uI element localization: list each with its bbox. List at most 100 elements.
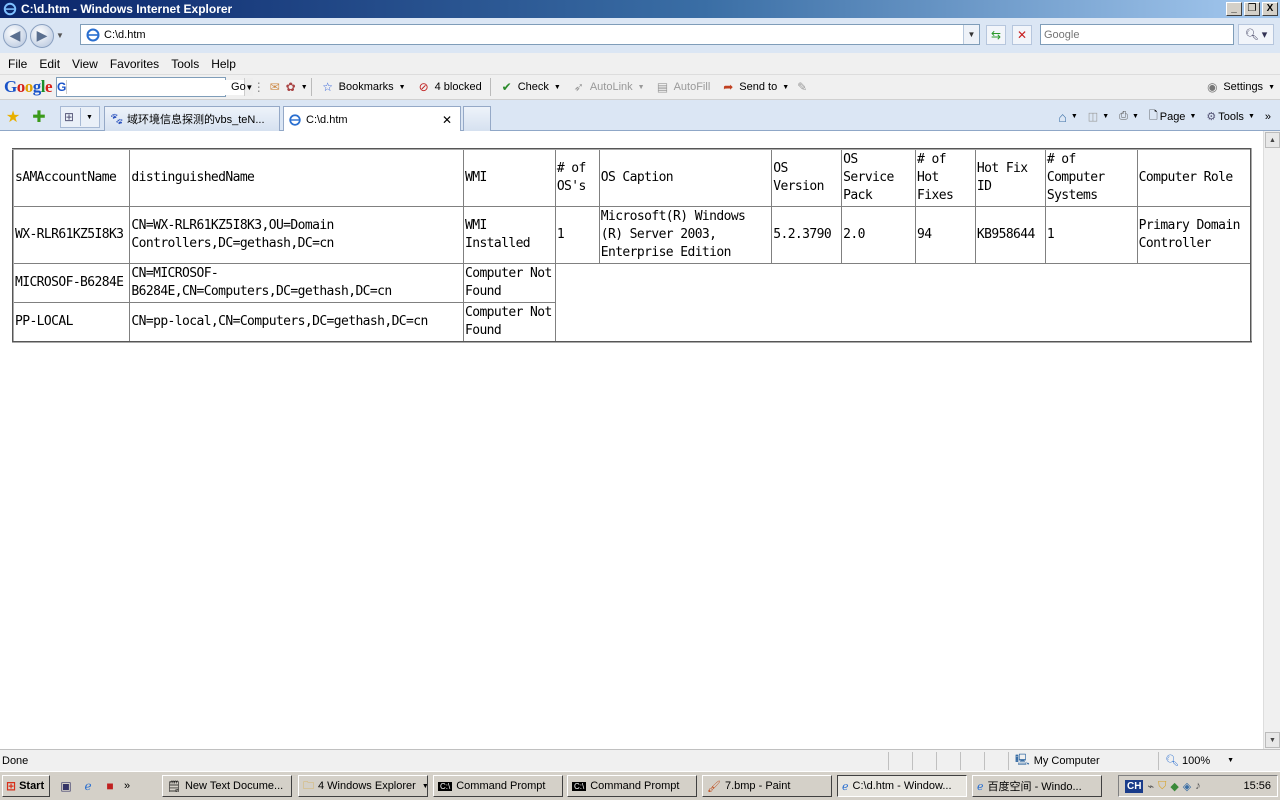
autolink-button[interactable]: ➶ AutoLink ▼ <box>566 76 650 98</box>
task-ie-baidu[interactable]: ℯ 百度空间 - Windo... <box>972 775 1102 797</box>
task-windows-explorer[interactable]: 🗀︎4 Windows Explorer▼ <box>298 775 428 797</box>
quick-tabs-button[interactable]: ⊞ ▼ <box>60 106 100 128</box>
gallery-dropdown[interactable]: ▼ <box>301 84 308 91</box>
language-indicator[interactable]: CH <box>1125 779 1144 793</box>
tab-list-dropdown[interactable]: ▼ <box>86 114 93 121</box>
window-title: C:\d.htm - Windows Internet Explorer <box>21 2 233 16</box>
address-dropdown[interactable]: ▼ <box>963 25 979 44</box>
menu-edit[interactable]: Edit <box>33 57 66 71</box>
table-header-row: sAMAccountName distinguishedName WMI # o… <box>12 148 1252 207</box>
google-search-input[interactable] <box>67 79 245 95</box>
search-input[interactable] <box>1041 25 1233 44</box>
tray-app-icon[interactable]: ◆ <box>1170 780 1178 793</box>
app-quicklaunch-icon[interactable]: ■ <box>102 778 118 794</box>
page-icon: 🗋︎ <box>1148 110 1158 122</box>
page-menu-button[interactable]: 🗋︎ Page ▼ <box>1146 107 1200 126</box>
tab-local-file[interactable]: C:\d.htm ✕ <box>283 106 461 132</box>
ie-quicklaunch-icon[interactable]: ℯ <box>80 778 96 794</box>
network-icon[interactable]: ⌁ <box>1147 780 1154 793</box>
news-icon[interactable]: ✉ <box>267 79 283 95</box>
rss-icon: ◫ <box>1087 111 1099 123</box>
menu-favorites[interactable]: Favorites <box>104 57 165 71</box>
google-settings-button[interactable]: ◉ Settings ▼ <box>1199 76 1280 98</box>
vertical-scrollbar[interactable]: ▲ ▼ <box>1263 131 1280 749</box>
scroll-up-button[interactable]: ▲ <box>1265 132 1280 148</box>
ie-page-icon <box>289 113 301 126</box>
task-new-text-document[interactable]: 🗒︎ New Text Docume... <box>162 775 292 797</box>
feeds-button[interactable]: ◫ ▼ <box>1085 110 1112 123</box>
table-cell: MICROSOF-B6284E <box>12 263 131 303</box>
menu-view[interactable]: View <box>66 57 104 71</box>
recent-pages-dropdown[interactable]: ▼ <box>56 31 66 40</box>
stop-icon: ✕ <box>1016 28 1028 42</box>
header-cell: WMI <box>462 148 556 207</box>
popup-blocker-button[interactable]: ⊘ 4 blocked <box>411 76 487 98</box>
autofill-icon: ▤ <box>656 80 669 94</box>
windows-flag-icon: ⊞ <box>6 779 17 793</box>
address-input[interactable] <box>104 28 963 41</box>
forward-button[interactable]: ▶ <box>30 23 54 48</box>
google-search-box[interactable]: G ▼ <box>56 77 254 97</box>
refresh-icon: ⇆ <box>990 28 1002 42</box>
quick-launch-more-chevron-icon[interactable]: » <box>124 780 130 792</box>
search-button[interactable]: 🔍︎ ▾ <box>1238 24 1274 45</box>
task-paint[interactable]: 🖌︎ 7.bmp - Paint <box>702 775 832 797</box>
scroll-down-button[interactable]: ▼ <box>1265 732 1280 748</box>
home-button[interactable]: ⌂ ▼ <box>1055 109 1080 125</box>
start-button[interactable]: ⊞ Start <box>2 775 50 797</box>
table-cell: CN=WX-RLR61KZ5I8K3,OU=Domain Controllers… <box>129 206 464 264</box>
autofill-button[interactable]: ▤ AutoFill <box>650 76 716 98</box>
buttons-gallery-icon[interactable]: ✿ <box>283 79 299 95</box>
refresh-button[interactable]: ⇆ <box>986 25 1006 45</box>
bookmarks-button[interactable]: ☆ Bookmarks ▼ <box>315 76 411 98</box>
volume-icon[interactable]: ♪ <box>1195 780 1201 792</box>
close-button[interactable]: X <box>1262 2 1278 16</box>
google-go-button[interactable]: Go <box>226 76 251 98</box>
tab-baidu-article[interactable]: 🐾︎ 域环境信息探测的vbs_teN... <box>104 106 280 131</box>
security-zone[interactable]: 🖳︎ My Computer <box>1008 751 1158 770</box>
address-bar[interactable]: ▼ <box>80 24 980 45</box>
print-button[interactable]: ⎙ ▼ <box>1116 110 1142 123</box>
send-to-button[interactable]: ➦ Send to ▼ <box>715 76 794 98</box>
spellcheck-button[interactable]: ✔ Check ▼ <box>494 76 566 98</box>
security-shield-icon[interactable]: ⛉ <box>1158 780 1166 793</box>
tab-bar: ★ ✚ ⊞ ▼ 🐾︎ 域环境信息探测的vbs_teN... C:\d.htm ✕… <box>0 100 1280 132</box>
restore-button[interactable]: ❐ <box>1244 2 1260 16</box>
header-cell: Hot Fix ID <box>974 148 1046 207</box>
add-favorites-icon[interactable]: ✚ <box>30 108 48 126</box>
minimize-button[interactable]: _ <box>1226 2 1242 16</box>
table-row: MICROSOF-B6284E CN=MICROSOF-B6284E,CN=Co… <box>12 263 1252 343</box>
table-cell: 2.0 <box>841 206 917 264</box>
stop-button[interactable]: ✕ <box>1012 25 1032 45</box>
favorites-center-icon[interactable]: ★ <box>4 108 22 126</box>
table-cell: 94 <box>915 206 976 264</box>
table-cell: WX-RLR61KZ5I8K3 <box>12 206 131 264</box>
show-desktop-icon[interactable]: ▣ <box>58 778 74 794</box>
back-button[interactable]: ◀ <box>3 23 27 48</box>
search-box[interactable] <box>1040 24 1234 45</box>
pagerank-icon[interactable]: ⋮ <box>251 79 267 95</box>
printer-icon: ⎙ <box>1119 110 1128 122</box>
menu-file[interactable]: File <box>2 57 33 71</box>
header-cell: sAMAccountName <box>12 148 131 207</box>
status-segment <box>888 751 912 770</box>
table-cell: Primary Domain Controller <box>1136 206 1252 264</box>
more-commands-chevron-icon[interactable]: » <box>1262 111 1274 123</box>
menu-tools[interactable]: Tools <box>165 57 205 71</box>
zoom-control[interactable]: 🔍︎ 100% ▼ <box>1158 751 1240 770</box>
table-cell: Computer Not Found <box>462 263 556 303</box>
highlighter-icon[interactable]: ✎ <box>794 79 810 95</box>
back-arrow-icon: ◀ <box>9 27 21 43</box>
task-ie-current[interactable]: ℯ C:\d.htm - Window... <box>837 775 967 797</box>
tray-app-icon[interactable]: ◈ <box>1183 780 1191 793</box>
close-tab-icon[interactable]: ✕ <box>438 113 456 127</box>
new-tab-button[interactable] <box>463 106 491 131</box>
empty-cell <box>554 263 1252 343</box>
google-logo[interactable]: Google <box>4 77 53 97</box>
quick-tabs-icon: ⊞ <box>63 110 75 124</box>
task-command-prompt-2[interactable]: C:\ Command Prompt <box>567 775 697 797</box>
task-command-prompt-1[interactable]: C:\ Command Prompt <box>433 775 563 797</box>
home-icon: ⌂ <box>1058 108 1067 125</box>
tools-menu-button[interactable]: ⚙ Tools ▼ <box>1203 110 1258 124</box>
menu-help[interactable]: Help <box>205 57 242 71</box>
